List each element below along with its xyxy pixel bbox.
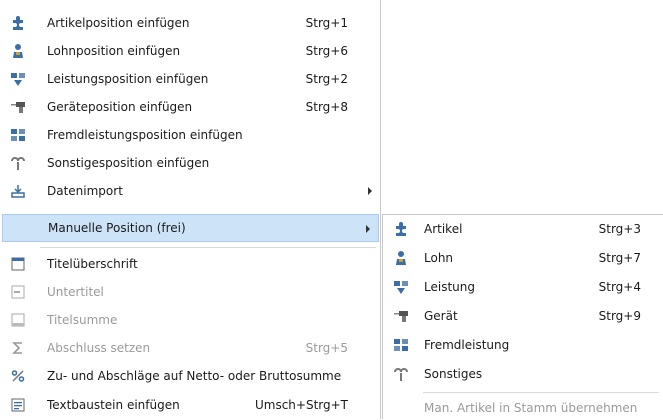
menu-item-label: Gerät xyxy=(424,309,458,323)
menu-item-titelueberschrift[interactable]: Titelüberschrift xyxy=(0,250,380,278)
submenu-item-fremdleistung[interactable]: Fremdleistung xyxy=(383,331,663,359)
menu-item-geraeteposition[interactable]: Geräteposition einfügen Strg+8 xyxy=(0,93,380,121)
drill-icon xyxy=(10,99,26,115)
submenu-item-leistung[interactable]: Leistung Strg+4 xyxy=(383,273,663,301)
menu-item-label: Abschluss setzen xyxy=(47,341,151,355)
menu-item-label: Titelüberschrift xyxy=(47,257,138,271)
worker-icon xyxy=(393,250,409,266)
menu-separator xyxy=(423,392,659,393)
menu-item-shortcut: Strg+5 xyxy=(305,341,348,355)
menu-item-label: Leistung xyxy=(424,280,475,294)
menu-item-manuelle-position[interactable]: Manuelle Position (frei) xyxy=(2,214,379,242)
puzzle-icon xyxy=(393,221,409,237)
menu-item-datenimport[interactable]: Datenimport xyxy=(0,177,380,205)
menu-item-sonstigesposition[interactable]: Sonstigesposition einfügen xyxy=(0,149,380,177)
submenu-item-geraet[interactable]: Gerät Strg+9 xyxy=(383,302,663,330)
text-block-icon xyxy=(10,397,26,413)
menu-item-untertitel[interactable]: Untertitel xyxy=(0,278,380,306)
external-service-icon xyxy=(393,337,409,353)
menu-item-leistungsposition[interactable]: Leistungsposition einfügen Strg+2 xyxy=(0,65,380,93)
menu-item-shortcut: Strg+1 xyxy=(305,16,348,30)
subtitle-icon xyxy=(10,284,26,300)
submenu-item-artikel[interactable]: Artikel Strg+3 xyxy=(383,215,663,243)
menu-item-shortcut: Strg+4 xyxy=(598,280,641,294)
menu-item-label: Sonstigesposition einfügen xyxy=(47,156,210,170)
menu-item-textbaustein[interactable]: Textbaustein einfügen Umsch+Strg+T xyxy=(0,391,380,419)
menu-item-artikelposition[interactable]: Artikelposition einfügen Strg+1 xyxy=(0,9,380,37)
menu-item-label: Geräteposition einfügen xyxy=(47,100,193,114)
menu-item-shortcut: Strg+7 xyxy=(598,251,641,265)
menu-item-label: Lohnposition einfügen xyxy=(47,44,181,58)
menu-item-fremdleistungsposition[interactable]: Fremdleistungsposition einfügen xyxy=(0,121,380,149)
menu-item-label: Fremdleistung xyxy=(424,338,510,352)
menu-item-label: Datenimport xyxy=(47,184,123,198)
menu-separator xyxy=(40,247,376,248)
performance-icon xyxy=(10,71,26,87)
submenu-item-man-artikel-uebernehmen[interactable]: Man. Artikel in Stamm übernehmen xyxy=(383,395,663,420)
performance-icon xyxy=(393,279,409,295)
menu-item-zu-und-abschlaege[interactable]: Zu- und Abschläge auf Netto- oder Brutto… xyxy=(0,362,380,390)
menu-item-label: Untertitel xyxy=(47,285,104,299)
puzzle-icon xyxy=(10,15,26,31)
menu-item-label: Artikelposition einfügen xyxy=(47,16,190,30)
menu-item-label: Artikel xyxy=(424,222,463,236)
import-icon xyxy=(10,183,26,199)
submenu-item-sonstiges[interactable]: Sonstiges xyxy=(383,360,663,388)
context-menu: Artikelposition einfügen Strg+1 Lohnposi… xyxy=(0,0,381,419)
menu-item-titelsumme[interactable]: Titelsumme xyxy=(0,306,380,334)
menu-item-label: Lohn xyxy=(424,251,454,265)
drill-icon xyxy=(393,308,409,324)
submenu-manuelle-position: Artikel Strg+3 Lohn Strg+7 Leistung Strg… xyxy=(382,214,663,419)
percent-icon xyxy=(10,368,26,384)
submenu-arrow-icon xyxy=(368,187,372,195)
misc-icon xyxy=(10,155,26,171)
menu-item-shortcut: Strg+3 xyxy=(598,222,641,236)
menu-item-label: Man. Artikel in Stamm übernehmen xyxy=(424,400,638,415)
submenu-item-lohn[interactable]: Lohn Strg+7 xyxy=(383,244,663,272)
menu-item-shortcut: Umsch+Strg+T xyxy=(254,398,348,412)
title-heading-icon xyxy=(10,256,26,272)
external-service-icon xyxy=(10,127,26,143)
menu-item-label: Leistungsposition einfügen xyxy=(47,72,209,86)
menu-item-label: Textbaustein einfügen xyxy=(47,398,180,412)
menu-item-label: Titelsumme xyxy=(47,313,118,327)
menu-item-label: Fremdleistungsposition einfügen xyxy=(47,128,243,142)
misc-icon xyxy=(393,366,409,382)
menu-item-label: Zu- und Abschläge auf Netto- oder Brutto… xyxy=(47,369,342,383)
menu-item-shortcut: Strg+9 xyxy=(598,309,641,323)
menu-item-shortcut: Strg+6 xyxy=(305,44,348,58)
submenu-arrow-icon xyxy=(366,225,370,233)
menu-item-label: Manuelle Position (frei) xyxy=(48,221,186,235)
menu-item-shortcut: Strg+2 xyxy=(305,72,348,86)
menu-item-shortcut: Strg+8 xyxy=(305,100,348,114)
menu-item-lohnposition[interactable]: Lohnposition einfügen Strg+6 xyxy=(0,37,380,65)
sigma-icon xyxy=(10,340,26,356)
menu-item-abschluss-setzen[interactable]: Abschluss setzen Strg+5 xyxy=(0,334,380,362)
worker-icon xyxy=(10,43,26,59)
menu-item-label: Sonstiges xyxy=(424,367,483,381)
title-sum-icon xyxy=(10,312,26,328)
